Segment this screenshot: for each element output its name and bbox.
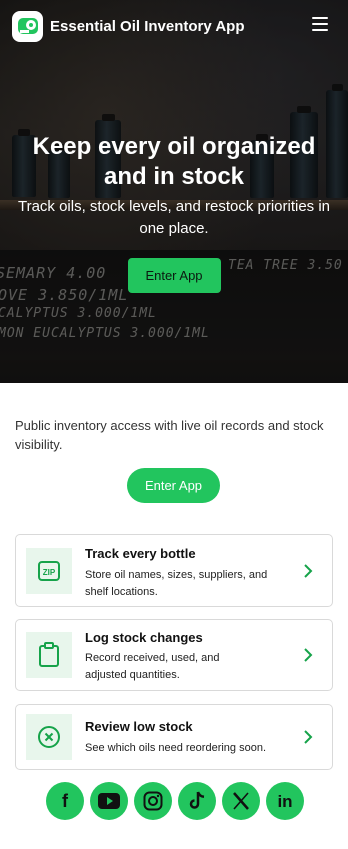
hero-content: Keep every oil organized and in stock Tr… bbox=[0, 132, 348, 293]
hero-title: Keep every oil organized and in stock bbox=[32, 133, 316, 190]
linkedin-icon[interactable]: in bbox=[266, 782, 304, 820]
hamburger-menu-icon[interactable] bbox=[312, 17, 328, 31]
card-title: Log stock changes bbox=[85, 630, 203, 645]
chevron-right-icon bbox=[304, 563, 313, 578]
youtube-icon[interactable] bbox=[90, 782, 128, 820]
social-links: f in bbox=[46, 782, 304, 820]
tiktok-icon[interactable] bbox=[178, 782, 216, 820]
x-circle-icon bbox=[26, 714, 72, 760]
card-title: Review low stock bbox=[85, 719, 193, 734]
zip-icon: ZIP bbox=[26, 547, 72, 594]
card-title: Track every bottle bbox=[85, 546, 196, 561]
enter-app-button[interactable]: Enter App bbox=[127, 468, 220, 503]
chevron-right-icon bbox=[304, 730, 313, 744]
svg-text:ZIP: ZIP bbox=[43, 568, 56, 577]
svg-text:in: in bbox=[277, 792, 292, 811]
roll-icon bbox=[17, 18, 38, 34]
top-bar: Essential Oil Inventory App bbox=[0, 0, 348, 52]
card-description: Record received, used, and adjusted quan… bbox=[85, 652, 220, 681]
card-description: Store oil names, sizes, suppliers, and s… bbox=[85, 569, 268, 598]
feature-card-track-bottles[interactable]: ZIP Track every bottle Store oil names, … bbox=[15, 534, 333, 607]
feature-card-low-stock[interactable]: Review low stock See which oils need reo… bbox=[15, 704, 333, 770]
facebook-icon[interactable]: f bbox=[46, 782, 84, 820]
feature-card-log-stock[interactable]: Log stock changes Record received, used,… bbox=[15, 619, 333, 691]
app-title: Essential Oil Inventory App bbox=[50, 17, 245, 35]
app-logo[interactable] bbox=[12, 10, 43, 42]
svg-text:f: f bbox=[62, 791, 69, 811]
chevron-right-icon bbox=[304, 648, 313, 662]
hero-subtitle: Track oils, stock levels, and restock pr… bbox=[17, 198, 331, 237]
instagram-icon[interactable] bbox=[134, 782, 172, 820]
clipboard-icon bbox=[26, 632, 72, 678]
card-description: See which oils need reordering soon. bbox=[85, 742, 267, 754]
intro-text: Public inventory access with live oil re… bbox=[15, 418, 324, 452]
x-icon[interactable] bbox=[222, 782, 260, 820]
hero-enter-app-button[interactable]: Enter App bbox=[127, 258, 221, 293]
